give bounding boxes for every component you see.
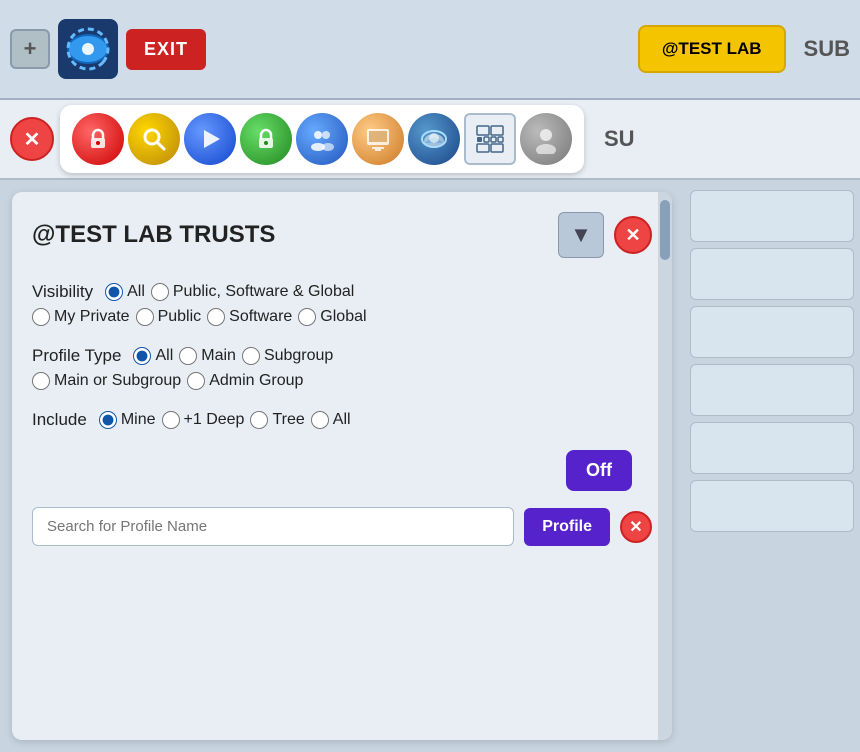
profile-type-label: Profile Type — [32, 346, 121, 366]
panel-scrollbar[interactable] — [658, 192, 672, 740]
include-mine-option[interactable]: Mine — [99, 411, 156, 429]
visibility-row-2: My Private Public Software Global — [32, 308, 652, 326]
main-area: @TEST LAB TRUSTS ▼ ✕ Visibility All Publ… — [0, 180, 860, 752]
panel-sort-button[interactable]: ▼ — [558, 212, 604, 258]
right-panel — [684, 180, 860, 752]
visibility-public-option[interactable]: Public — [136, 308, 202, 326]
scrollbar-thumb — [660, 200, 670, 260]
add-button[interactable]: + — [10, 29, 50, 69]
include-section: Include Mine +1 Deep Tree All — [32, 410, 652, 430]
visibility-row-1: Visibility All Public, Software & Global — [32, 282, 652, 302]
visibility-section: Visibility All Public, Software & Global… — [32, 282, 652, 326]
list-item — [690, 422, 854, 474]
grid-icon[interactable] — [464, 113, 516, 165]
exit-button[interactable]: EXIT — [126, 29, 206, 70]
toolbar-close-button[interactable]: ✕ — [10, 117, 54, 161]
sub-label: SUB — [804, 36, 850, 62]
profile-type-subgroup-option[interactable]: Subgroup — [242, 347, 333, 365]
lock-icon[interactable] — [72, 113, 124, 165]
panel-title: @TEST LAB TRUSTS — [32, 221, 548, 249]
logo-button[interactable] — [58, 19, 118, 79]
include-label: Include — [32, 410, 87, 430]
search-profile-input[interactable] — [32, 507, 514, 546]
visibility-label: Visibility — [32, 282, 93, 302]
test-lab-button[interactable]: @TEST LAB — [638, 25, 786, 73]
off-button[interactable]: Off — [566, 450, 632, 491]
search-row: Profile ✕ — [32, 507, 652, 546]
list-item — [690, 248, 854, 300]
trusts-panel: @TEST LAB TRUSTS ▼ ✕ Visibility All Publ… — [12, 192, 672, 740]
profile-type-all-option[interactable]: All — [133, 347, 173, 365]
profile-type-row-1: Profile Type All Main Subgroup — [32, 346, 652, 366]
top-toolbar: + EXIT @TEST LAB SUB — [0, 0, 860, 100]
play-icon[interactable] — [184, 113, 236, 165]
profile-type-main-or-sub-option[interactable]: Main or Subgroup — [32, 372, 181, 390]
visibility-my-private-option[interactable]: My Private — [32, 308, 130, 326]
cloud-icon[interactable] — [408, 113, 460, 165]
search-magnifier-icon[interactable] — [128, 113, 180, 165]
person-icon[interactable] — [520, 113, 572, 165]
visibility-public-sw-global-option[interactable]: Public, Software & Global — [151, 283, 354, 301]
green-lock-icon[interactable] — [240, 113, 292, 165]
include-all-option[interactable]: All — [311, 411, 351, 429]
visibility-software-option[interactable]: Software — [207, 308, 292, 326]
visibility-all-option[interactable]: All — [105, 283, 145, 301]
search-close-button[interactable]: ✕ — [620, 511, 652, 543]
monitor-icon[interactable] — [352, 113, 404, 165]
profile-type-admin-group-option[interactable]: Admin Group — [187, 372, 303, 390]
profile-type-section: Profile Type All Main Subgroup Main or — [32, 346, 652, 390]
include-plus1-option[interactable]: +1 Deep — [162, 411, 245, 429]
icon-toolbar: ✕ — [0, 100, 860, 180]
list-item — [690, 306, 854, 358]
list-item — [690, 190, 854, 242]
profile-type-main-option[interactable]: Main — [179, 347, 236, 365]
right-sub-label: SU — [604, 126, 635, 152]
visibility-global-option[interactable]: Global — [298, 308, 366, 326]
icon-row — [60, 105, 584, 173]
group-icon[interactable] — [296, 113, 348, 165]
include-tree-option[interactable]: Tree — [250, 411, 304, 429]
profile-button[interactable]: Profile — [524, 508, 610, 546]
list-item — [690, 364, 854, 416]
include-row: Include Mine +1 Deep Tree All — [32, 410, 652, 430]
profile-type-row-2: Main or Subgroup Admin Group — [32, 372, 652, 390]
list-item — [690, 480, 854, 532]
panel-close-button[interactable]: ✕ — [614, 216, 652, 254]
panel-header: @TEST LAB TRUSTS ▼ ✕ — [32, 212, 652, 258]
